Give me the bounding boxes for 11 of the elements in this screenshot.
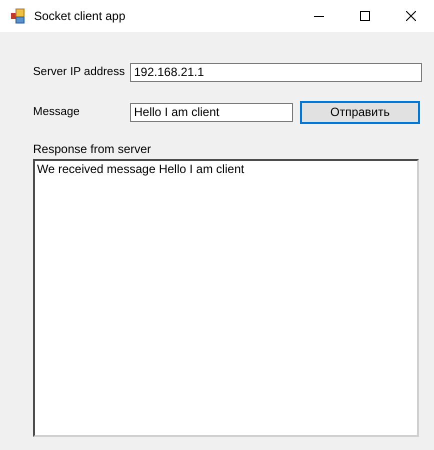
app-icon [10, 8, 26, 24]
message-label: Message [33, 106, 81, 118]
response-field[interactable]: We received message Hello I am client [33, 159, 419, 437]
server-ip-label: Server IP address [33, 66, 126, 78]
server-ip-field[interactable]: 192.168.21.1 [130, 62, 422, 82]
close-icon [406, 11, 416, 21]
send-button[interactable]: Отправить [300, 100, 420, 124]
message-field[interactable]: Hello I am client [130, 102, 293, 122]
window-title: Socket client app [34, 9, 126, 23]
maximize-icon [360, 11, 370, 21]
response-label: Response from server [33, 142, 152, 157]
